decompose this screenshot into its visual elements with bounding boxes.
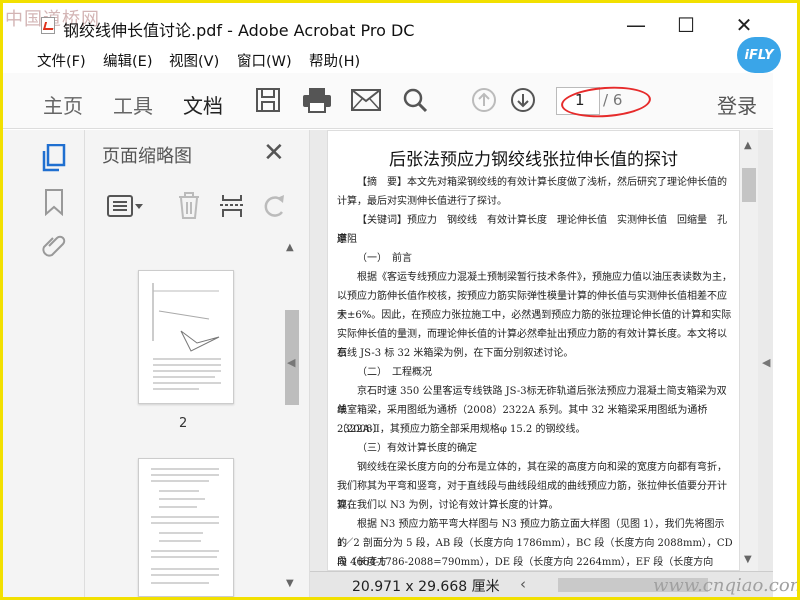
doc-line: 向 4664-1786-2088=790mm），DE 段（长度方向 2264mm…: [337, 557, 714, 568]
page-up-icon[interactable]: [467, 85, 501, 115]
thumbnail-panel: 页面缩略图 ✕ 2 ▲ ▼: [85, 130, 310, 597]
tab-home[interactable]: 主页: [43, 90, 83, 119]
menu-bar: 文件(F) 编辑(E) 视图(V) 窗口(W) 帮助(H): [3, 47, 797, 73]
rotate-icon[interactable]: [261, 192, 287, 224]
page-thumbnails-icon[interactable]: [41, 143, 67, 172]
menu-edit[interactable]: 编辑(E): [103, 50, 152, 71]
document-title: 后张法预应力钢绞线张拉伸长值的探讨: [389, 150, 678, 170]
bookmark-icon[interactable]: [41, 188, 67, 217]
panel-close-button[interactable]: ✕: [263, 138, 285, 168]
page-thumbnail-2[interactable]: [138, 270, 234, 404]
split-page-icon[interactable]: [219, 192, 245, 224]
hscroll-left-icon[interactable]: ‹: [520, 575, 526, 593]
doc-scroll-thumb[interactable]: [742, 168, 756, 202]
doc-heading: （一） 前言: [357, 253, 412, 264]
thumbnail-options-icon[interactable]: [107, 194, 145, 222]
doc-line: 2322A-Ⅱ，其预应力筋全部采用规格φ 15.2 的钢绞线。: [337, 424, 586, 435]
doc-line: 计算，最后对实测伸长值进行了探讨。: [337, 196, 507, 207]
doc-line: 根据《客运专线预应力混凝土预制梁暂行技术条件》，预施应力值以油压表读数为主，: [357, 272, 732, 283]
pdf-file-icon: [41, 17, 55, 34]
scroll-up-arrow-icon[interactable]: ▲: [286, 242, 294, 253]
document-view: 后张法预应力钢绞线张拉伸长值的探讨 【摘 要】本文先对箱梁钢绞线的有效计算长度做…: [310, 130, 773, 571]
page-size-label: 20.971 x 29.668 厘米: [352, 579, 500, 595]
menu-file[interactable]: 文件(F): [37, 50, 86, 71]
doc-heading: （二） 工程概况: [357, 367, 432, 378]
login-button[interactable]: 登录: [717, 90, 757, 119]
attachment-icon[interactable]: [41, 232, 67, 260]
thumbnail-scrollbar[interactable]: ▲ ▼: [283, 242, 299, 594]
doc-line: 钢绞线在梁长度方向的分布是立体的，其在梁的高度方向和梁的宽度方向都有弯折，: [357, 462, 727, 473]
document-page: 后张法预应力钢绞线张拉伸长值的探讨 【摘 要】本文先对箱梁钢绞线的有效计算长度做…: [327, 130, 740, 571]
doc-line: 石线 JS-3 标 32 米箱梁为例，在下面分别叙述讨论。: [337, 348, 574, 359]
maximize-button[interactable]: ☐: [663, 9, 709, 41]
email-icon[interactable]: [349, 85, 383, 115]
menu-window[interactable]: 窗口(W): [237, 50, 292, 71]
panel-toolbar: [85, 184, 301, 228]
tab-document[interactable]: 文档: [181, 90, 225, 134]
collapse-panel-left-icon[interactable]: ◀: [287, 356, 295, 369]
watermark-bottom: www.cnqiao.com: [653, 575, 800, 596]
page-thumbnail-3[interactable]: [138, 458, 234, 597]
doc-line: 摩阻: [337, 234, 357, 245]
minimize-button[interactable]: —: [613, 9, 659, 41]
thumbnail-page-number: 2: [179, 416, 188, 431]
save-icon[interactable]: [251, 85, 285, 115]
print-icon[interactable]: [300, 85, 334, 115]
doc-scroll-down-icon[interactable]: ▼: [744, 554, 752, 565]
tab-tools[interactable]: 工具: [113, 90, 153, 119]
main-toolbar: 主页 工具 文档 1 / 6 登录: [3, 73, 773, 134]
menu-help[interactable]: 帮助(H): [309, 50, 360, 71]
app-window: 中国道桥网 钢绞线伸长值讨论.pdf - Adobe Acrobat Pro D…: [0, 0, 800, 600]
menu-view[interactable]: 视图(V): [169, 50, 219, 71]
document-scrollbar[interactable]: ▲ ▼: [740, 130, 758, 571]
doc-scroll-up-icon[interactable]: ▲: [744, 140, 752, 151]
scroll-down-arrow-icon[interactable]: ▼: [286, 578, 294, 589]
collapse-panel-right-icon[interactable]: ◀: [762, 356, 770, 369]
doc-line: 现在我们以 N3 为例，讨论有效计算长度的计算。: [337, 500, 559, 511]
ifly-badge[interactable]: iFLY: [737, 37, 781, 73]
doc-heading: （三）有效计算长度的确定: [357, 443, 477, 454]
doc-line: 【摘 要】本文先对箱梁钢绞线的有效计算长度做了浅析，然后研究了理论伸长值的: [357, 177, 727, 188]
doc-line: 于±6%。因此，在预应力张拉施工中，必然遇到预应力筋的张拉理论伸长值的计算和实际: [337, 310, 732, 321]
title-bar: 中国道桥网 钢绞线伸长值讨论.pdf - Adobe Acrobat Pro D…: [3, 3, 797, 47]
left-rail: [3, 130, 85, 597]
panel-title: 页面缩略图: [102, 146, 192, 167]
page-down-icon[interactable]: [506, 85, 540, 115]
trash-icon[interactable]: [177, 192, 201, 224]
search-icon[interactable]: [398, 85, 432, 115]
window-title: 钢绞线伸长值讨论.pdf - Adobe Acrobat Pro DC: [63, 21, 415, 40]
